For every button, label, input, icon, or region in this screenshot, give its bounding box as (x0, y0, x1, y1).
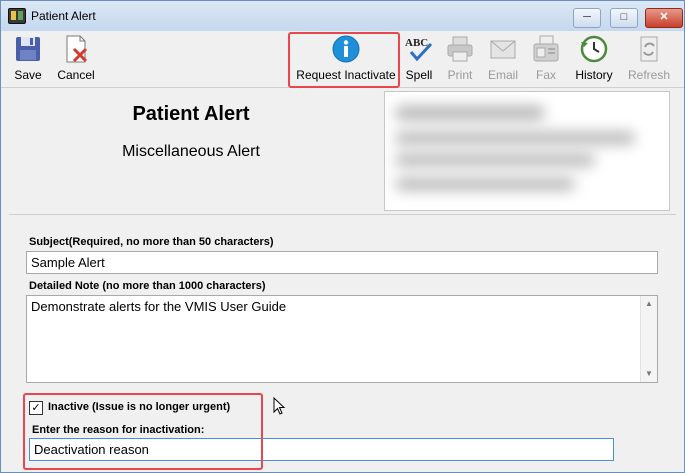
minimize-button[interactable]: ─ (573, 8, 601, 28)
save-label: Save (14, 68, 42, 82)
spell-label: Spell (405, 68, 433, 82)
alert-type: Miscellaneous Alert (122, 143, 260, 160)
refresh-icon (640, 36, 658, 62)
note-textarea[interactable]: Demonstrate alerts for the VMIS User Gui… (26, 295, 658, 383)
inactive-section-highlight (23, 393, 263, 470)
svg-text:ABC: ABC (405, 37, 428, 49)
email-label: Email (487, 68, 518, 82)
print-button[interactable]: Print (441, 31, 479, 85)
cancel-document-icon (66, 35, 88, 63)
fax-label: Fax (535, 68, 556, 82)
mouse-cursor-icon (273, 397, 286, 415)
patient-alert-window: Patient Alert ─ □ ✕ Save Cancel Request … (0, 0, 685, 473)
printer-icon (447, 36, 473, 62)
window-title: Patient Alert (31, 9, 96, 23)
close-button[interactable]: ✕ (645, 8, 683, 28)
spell-button[interactable]: ABC Spell (399, 31, 439, 85)
patient-info-redacted (384, 91, 670, 211)
toolbar: Save Cancel Request Inactivate ABC Spell… (1, 31, 684, 88)
email-button[interactable]: Email (483, 31, 523, 85)
maximize-button[interactable]: □ (610, 8, 638, 28)
note-label: Detailed Note (no more than 1000 charact… (29, 280, 266, 292)
scroll-down-icon[interactable]: ▼ (641, 366, 657, 382)
floppy-disk-icon (16, 37, 40, 61)
fax-icon (533, 35, 559, 62)
print-label: Print (447, 68, 473, 82)
fax-button[interactable]: Fax (527, 31, 565, 85)
refresh-button[interactable]: Refresh (625, 31, 673, 85)
history-button[interactable]: History (571, 31, 617, 85)
subject-input[interactable]: Sample Alert (26, 251, 658, 274)
scroll-up-icon[interactable]: ▲ (641, 296, 657, 312)
request-inactivate-highlight (288, 32, 400, 88)
cancel-label: Cancel (57, 68, 95, 82)
history-label: History (575, 68, 613, 82)
note-scrollbar[interactable]: ▲ ▼ (640, 296, 657, 382)
app-icon (8, 8, 26, 24)
cancel-button[interactable]: Cancel (53, 31, 99, 85)
separator (9, 214, 676, 215)
page-title: Patient Alert (132, 103, 250, 125)
title-bar: Patient Alert ─ □ ✕ (1, 1, 684, 31)
alert-content: Patient Alert Miscellaneous Alert Subjec… (1, 88, 684, 472)
save-button[interactable]: Save (7, 31, 49, 85)
refresh-label: Refresh (627, 68, 671, 82)
spell-check-icon: ABC (405, 37, 433, 62)
envelope-icon (490, 40, 516, 59)
subject-label: Subject(Required, no more than 50 charac… (29, 236, 274, 248)
history-clock-icon (580, 35, 608, 63)
note-text: Demonstrate alerts for the VMIS User Gui… (31, 299, 287, 314)
